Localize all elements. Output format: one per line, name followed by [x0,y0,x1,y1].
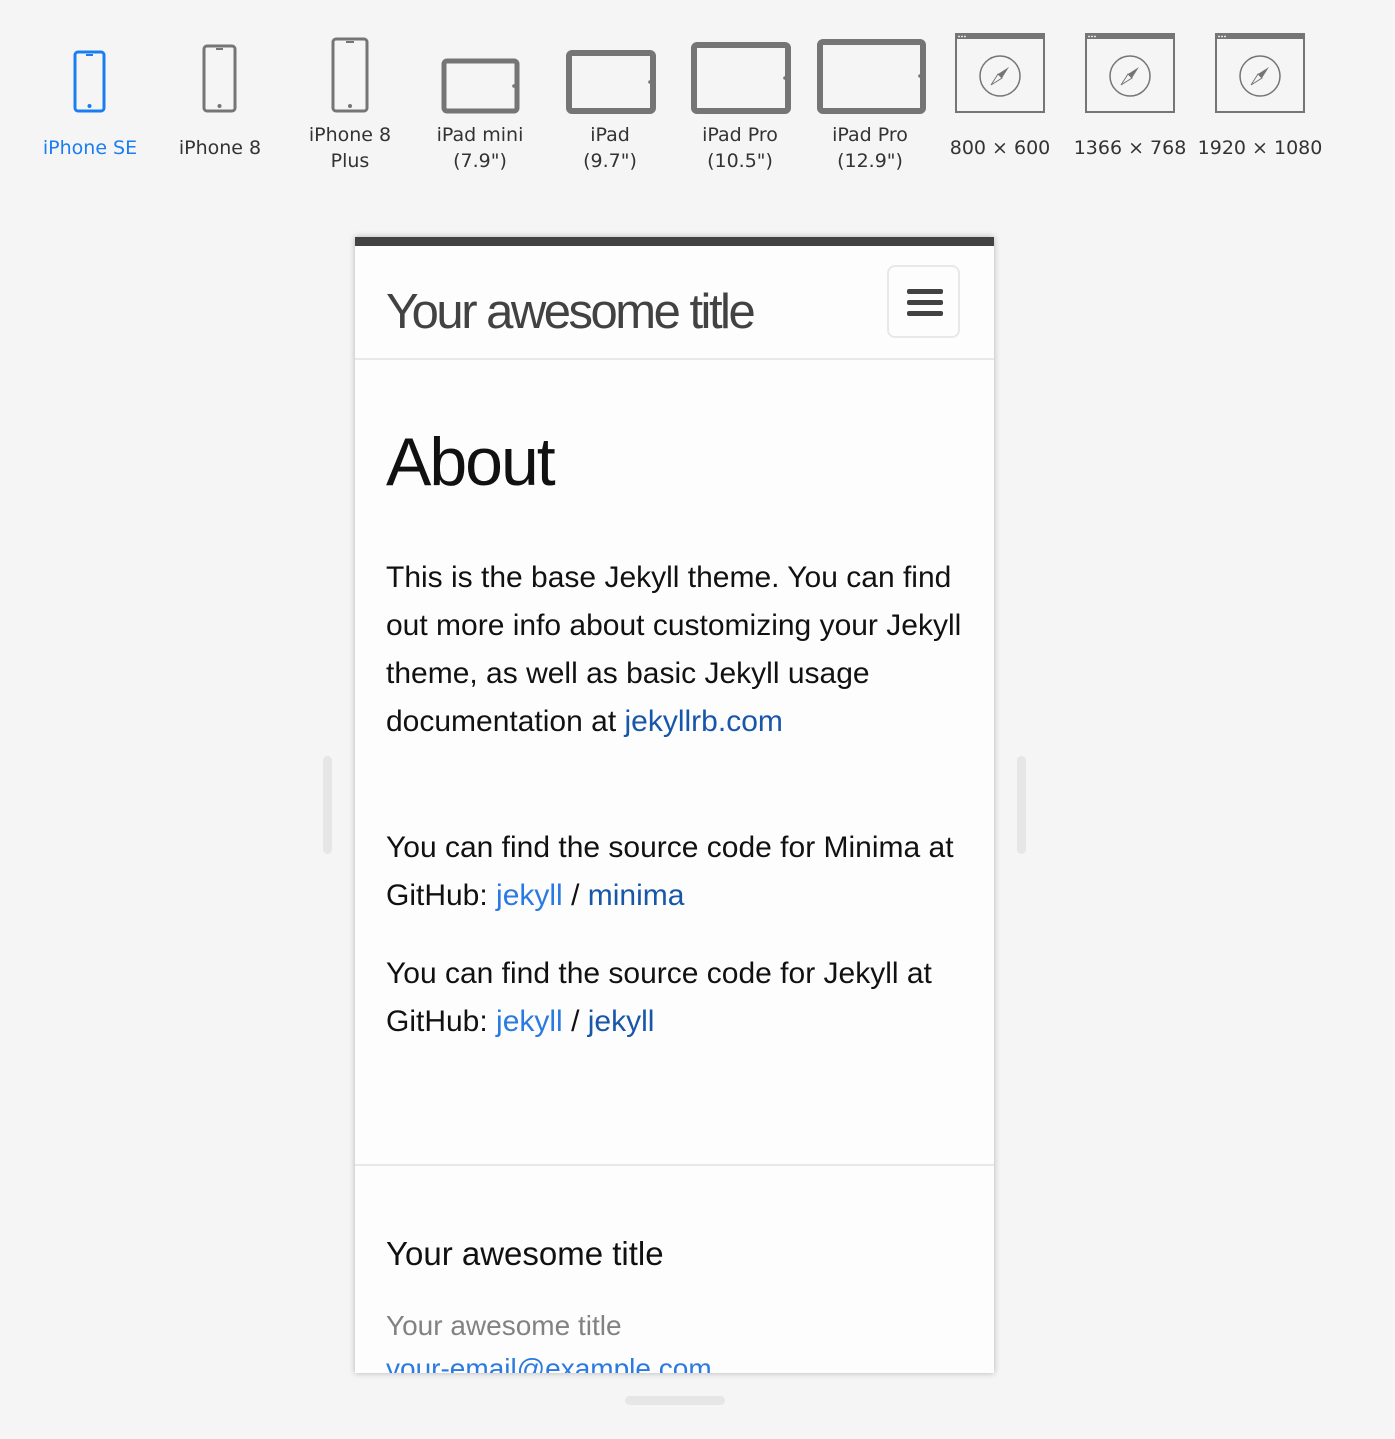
device-ipad-pro-12-9[interactable]: iPad Pro (12.9") [805,33,935,173]
compass-icon [1239,55,1281,97]
resize-handle-bottom[interactable] [625,1396,725,1405]
device-label: iPad (9.7") [583,124,637,172]
github-jekyll-user-link[interactable]: jekyll [496,1005,563,1038]
compass-icon [1109,55,1151,97]
path-separator: / [562,879,588,912]
phone-icon [202,44,237,113]
github-jekyll-user-link[interactable]: jekyll [496,879,563,912]
about-paragraph-3: You can find the source code for Jekyll … [386,950,966,1046]
device-iphone-8-plus[interactable]: iPhone 8 Plus [285,33,415,173]
github-jekyll-repo-link[interactable]: jekyll [588,1005,655,1038]
tablet-icon [691,42,791,114]
footer-email-link[interactable]: your-email@example.com [386,1349,712,1373]
resize-handle-left[interactable] [323,756,332,854]
page-title: About [386,424,556,500]
device-ipad-pro-10-5[interactable]: iPad Pro (10.5") [675,33,805,173]
footer-site-name: Your awesome title [386,1310,622,1341]
site-header: Your awesome title [355,246,994,360]
device-iphone-se[interactable]: iPhone SE [25,40,155,170]
device-label: iPad Pro (12.9") [832,124,908,172]
device-toolbar: iPhone SE iPhone 8 iPhone 8 Plus iPad mi… [0,0,1395,190]
browser-window-icon [1085,33,1175,113]
jekyllrb-link[interactable]: jekyllrb.com [625,705,783,738]
device-label: iPad Pro (10.5") [702,124,778,172]
tablet-icon [566,50,656,114]
phone-icon [73,50,106,113]
device-label: iPad mini (7.9") [436,124,524,172]
device-label: 800 × 600 [949,137,1051,159]
menu-button[interactable] [887,265,960,338]
browser-window-icon [955,33,1045,113]
device-ipad-mini[interactable]: iPad mini (7.9") [415,33,545,173]
phone-icon [331,37,369,113]
resize-handle-right[interactable] [1017,756,1026,854]
device-800x600[interactable]: 800 × 600 [935,33,1065,173]
device-1366x768[interactable]: 1366 × 768 [1065,33,1195,173]
github-minima-repo-link[interactable]: minima [588,879,685,912]
device-label: iPhone 8 [178,137,262,159]
path-separator: / [562,1005,588,1038]
device-label: 1366 × 768 [1073,137,1187,159]
paragraph-text: You can find the source code for Jekyll … [386,957,932,1038]
device-label: iPhone SE [42,137,138,159]
browser-window-icon [1215,33,1305,113]
device-label: iPhone 8 Plus [308,124,392,172]
about-paragraph-1: This is the base Jekyll theme. You can f… [386,554,966,746]
device-label: 1920 × 1080 [1197,137,1323,159]
tablet-icon [441,58,520,114]
tablet-icon [817,39,926,114]
compass-icon [979,55,1021,97]
about-paragraph-2: You can find the source code for Minima … [386,824,966,920]
header-accent-bar [355,237,994,246]
footer-heading: Your awesome title [386,1235,664,1272]
device-ipad[interactable]: iPad (9.7") [545,33,675,173]
device-1920x1080[interactable]: 1920 × 1080 [1195,33,1325,173]
site-title-link[interactable]: Your awesome title [386,284,756,340]
site-footer: Your awesome title Your awesome title yo… [355,1164,994,1373]
device-viewport: Your awesome title About This is the bas… [355,237,994,1373]
device-iphone-8[interactable]: iPhone 8 [155,40,285,170]
